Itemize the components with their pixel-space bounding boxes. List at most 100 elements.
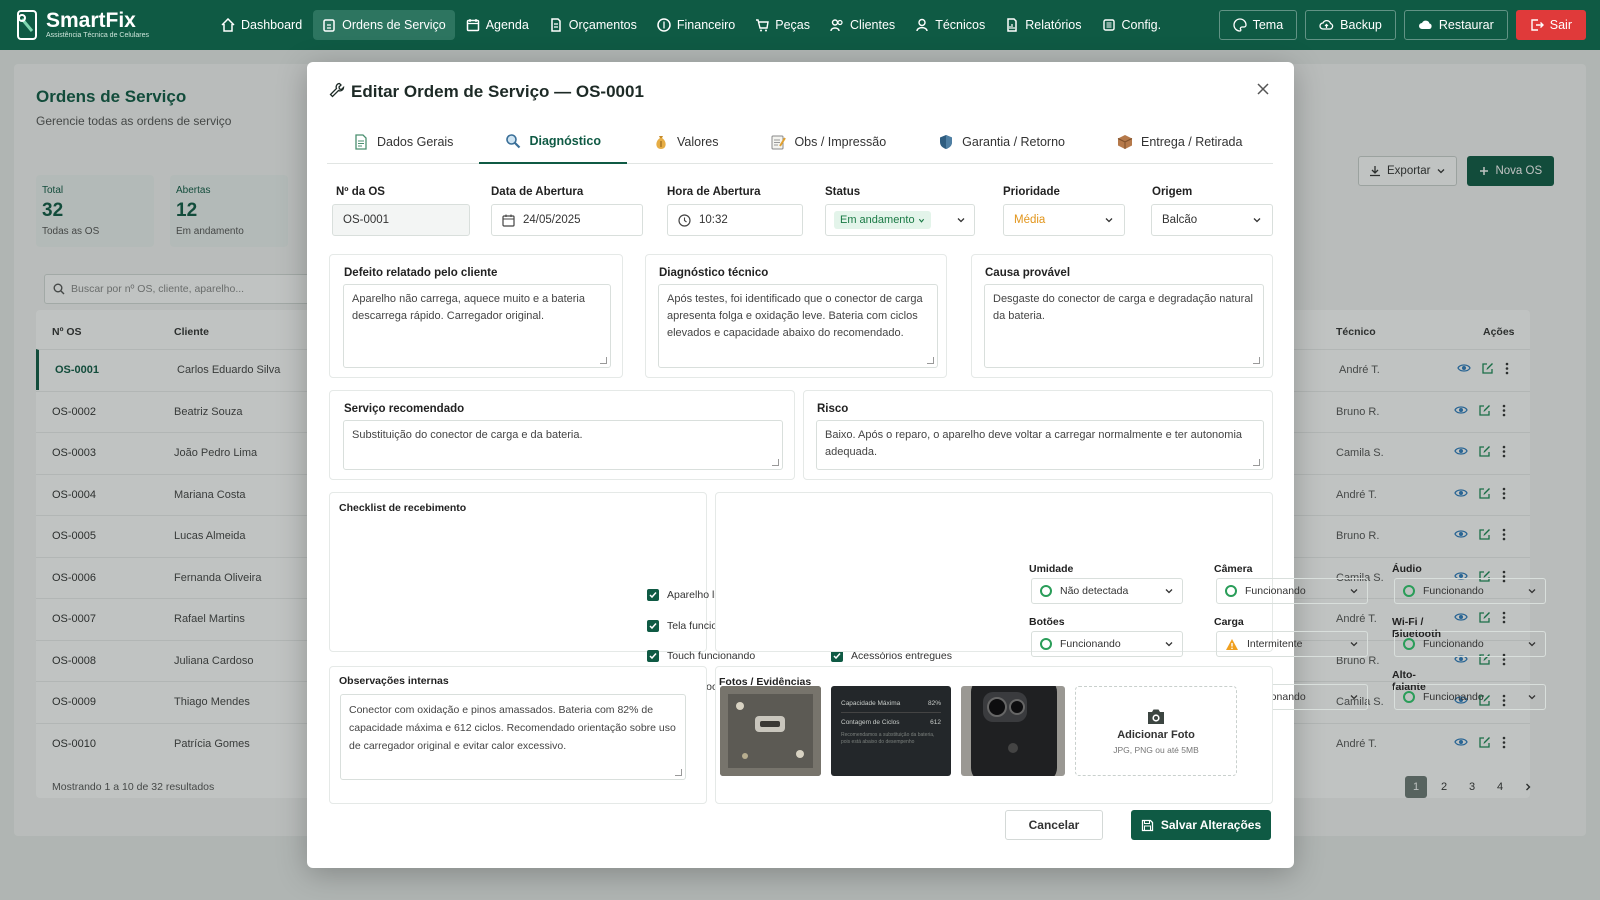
tab-diagnostico[interactable]: Diagnóstico xyxy=(479,120,627,164)
photo-battery-health[interactable]: Capacidade Máxima 82% Contagem de Ciclos 6… xyxy=(831,686,951,776)
service-textarea[interactable]: Substituição do conector de carga e da b… xyxy=(343,420,783,470)
checkbox[interactable] xyxy=(647,589,659,601)
nav-item-label: Config. xyxy=(1121,18,1162,32)
tab-obs-impressao[interactable]: Obs / Impressão xyxy=(744,120,912,163)
cancel-button[interactable]: Cancelar xyxy=(1005,810,1103,840)
nav-item-tecnicos[interactable]: Técnicos xyxy=(906,10,994,40)
nav-item-relatorios[interactable]: Relatórios xyxy=(996,10,1090,40)
gear-icon xyxy=(1102,19,1115,31)
theme-button[interactable]: Tema xyxy=(1218,10,1298,40)
condition-value: Não detectada xyxy=(1060,585,1129,597)
priority-select[interactable]: Média xyxy=(1003,204,1125,236)
condition-value: Intermitente xyxy=(1247,638,1303,650)
save-button[interactable]: Salvar Alterações xyxy=(1131,810,1271,840)
shield-icon xyxy=(940,134,953,149)
open-date-field[interactable]: 24/05/2025 xyxy=(491,204,643,236)
condition-value: Funcionando xyxy=(1423,585,1484,597)
condition-select[interactable]: Funcionando xyxy=(1031,631,1183,657)
nav-item-clientes[interactable]: Clientes xyxy=(821,10,904,40)
close-icon[interactable] xyxy=(1256,82,1270,96)
open-date-label: Data de Abertura xyxy=(491,186,584,198)
status-badge: Em andamento xyxy=(834,211,931,229)
check-icon xyxy=(649,653,657,660)
nav-item-financeiro[interactable]: Financeiro xyxy=(648,10,744,40)
restore-button[interactable]: Restaurar xyxy=(1403,10,1508,40)
condition-select[interactable]: Funcionando xyxy=(1394,578,1546,604)
condition-select[interactable]: Funcionando xyxy=(1394,684,1546,710)
condition-select[interactable]: Funcionando xyxy=(1394,631,1546,657)
magnifier-icon xyxy=(506,134,521,149)
condition-label: Botões xyxy=(1029,616,1065,628)
nav-item-label: Agenda xyxy=(485,18,529,32)
checkbox[interactable] xyxy=(647,650,659,662)
os-number-field[interactable]: OS-0001 xyxy=(332,204,470,236)
add-photo-button[interactable]: Adicionar Foto JPG, PNG ou até 5MB xyxy=(1075,686,1237,776)
nav-item-orcamentos[interactable]: Orçamentos xyxy=(540,10,646,40)
defect-textarea[interactable]: Aparelho não carrega, aquece muito e a b… xyxy=(343,284,611,368)
tab-valores[interactable]: Valores xyxy=(627,120,744,163)
nav-item-label: Orçamentos xyxy=(568,18,637,32)
conditions-card xyxy=(715,492,1273,652)
nav-item-ordens[interactable]: Ordens de Serviço xyxy=(313,10,455,40)
priority-value: Média xyxy=(1014,214,1046,226)
open-date-value: 24/05/2025 xyxy=(523,214,581,226)
risk-textarea[interactable]: Baixo. Após o reparo, o aparelho deve vo… xyxy=(816,420,1264,470)
tab-garantia-retorno[interactable]: Garantia / Retorno xyxy=(912,120,1091,163)
nav-item-label: Relatórios xyxy=(1025,18,1082,32)
condition-value: Funcionando xyxy=(1423,691,1484,703)
home-icon xyxy=(221,18,235,32)
condition-label: Umidade xyxy=(1029,563,1074,575)
tab-label: Entrega / Retirada xyxy=(1141,134,1243,149)
battery-capacity-row: Capacidade Máxima 82% xyxy=(841,700,941,713)
diagnosis-textarea[interactable]: Após testes, foi identificado que o cone… xyxy=(658,284,938,368)
open-time-field[interactable]: 10:32 xyxy=(667,204,803,236)
condition-select[interactable]: Intermitente xyxy=(1216,631,1368,657)
cause-textarea[interactable]: Desgaste do conector de carga e degradaç… xyxy=(984,284,1264,368)
checkbox[interactable] xyxy=(647,619,659,632)
clock-icon xyxy=(678,213,691,227)
chevron-down-icon xyxy=(1350,589,1358,594)
chevron-down-icon xyxy=(1350,695,1358,700)
money-bag-icon xyxy=(656,135,666,149)
logout-label: Sair xyxy=(1549,18,1572,32)
brand-logo[interactable]: SmartFix Assistência Técnica de Celulare… xyxy=(14,9,204,41)
condition-value: Funcionando xyxy=(1060,638,1121,650)
notes-textarea[interactable]: Conector com oxidação e pinos amassados.… xyxy=(340,694,686,780)
origin-value: Balcão xyxy=(1162,214,1198,226)
condition-select[interactable]: Funcionando xyxy=(1216,578,1368,604)
user-icon xyxy=(916,18,928,32)
nav-item-config[interactable]: Config. xyxy=(1093,10,1171,40)
diagnosis-label: Diagnóstico técnico xyxy=(659,267,769,279)
logout-button[interactable]: Sair xyxy=(1515,10,1586,40)
tab-dados-gerais[interactable]: Dados Gerais xyxy=(327,120,479,163)
battery-cycles-label: Contagem de Ciclos xyxy=(841,719,900,726)
check-icon xyxy=(649,592,657,599)
status-select[interactable]: Em andamento xyxy=(825,204,975,236)
tab-label: Diagnóstico xyxy=(529,134,601,148)
cause-label: Causa provável xyxy=(985,267,1071,279)
nav-item-label: Peças xyxy=(775,18,811,32)
charging-port-photo xyxy=(720,686,821,776)
tab-entrega-retirada[interactable]: Entrega / Retirada xyxy=(1091,120,1268,163)
save-icon xyxy=(1141,819,1153,831)
nav-item-label: Financeiro xyxy=(676,18,736,32)
tab-label: Obs / Impressão xyxy=(794,134,887,149)
backup-button[interactable]: Backup xyxy=(1305,10,1396,40)
document-icon xyxy=(551,18,561,32)
open-time-value: 10:32 xyxy=(699,214,728,226)
logout-icon xyxy=(1531,19,1544,31)
nav-item-pecas[interactable]: Peças xyxy=(746,10,819,40)
nav-item-agenda[interactable]: Agenda xyxy=(457,10,538,40)
photo-camera[interactable] xyxy=(961,686,1065,776)
nav-item-dashboard[interactable]: Dashboard xyxy=(212,10,311,40)
origin-select[interactable]: Balcão xyxy=(1151,204,1273,236)
photo-connector[interactable] xyxy=(720,686,821,776)
chevron-down-icon xyxy=(918,218,924,223)
priority-label: Prioridade xyxy=(1003,186,1060,198)
checklist-title: Checklist de recebimento xyxy=(339,502,467,514)
tab-label: Valores xyxy=(676,134,719,149)
battery-capacity-label: Capacidade Máxima xyxy=(841,700,901,707)
condition-label: Câmera xyxy=(1214,563,1253,575)
os-number-value: OS-0001 xyxy=(343,214,390,226)
condition-select[interactable]: Não detectada xyxy=(1031,578,1183,604)
